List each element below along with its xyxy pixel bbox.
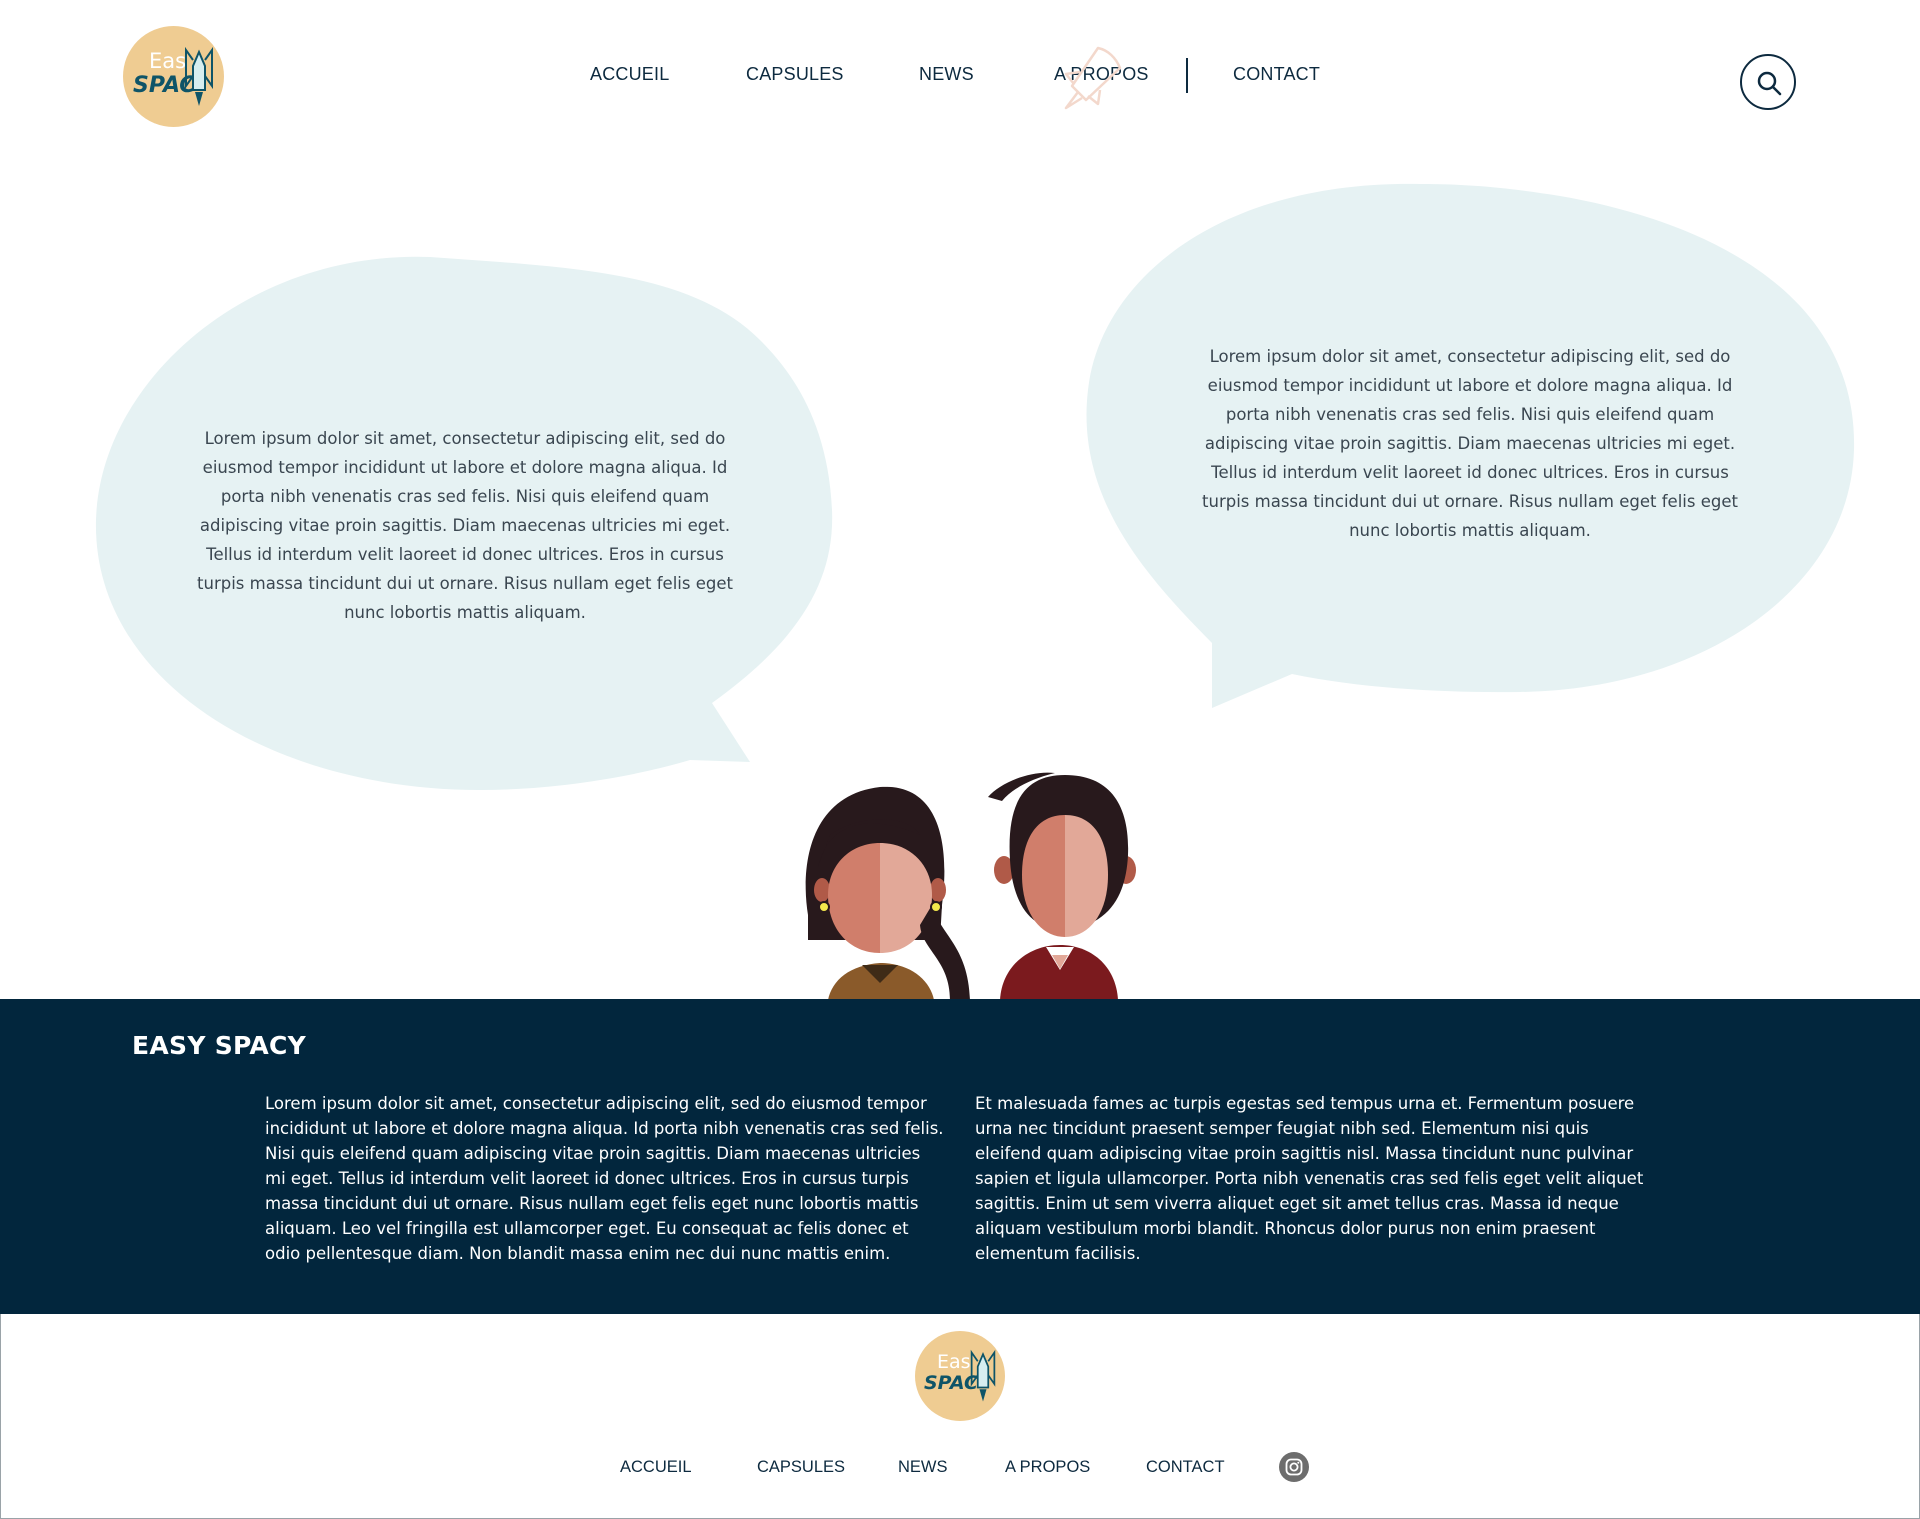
footer-nav-contact[interactable]: CONTACT (1146, 1458, 1225, 1477)
footer-nav-news[interactable]: NEWS (898, 1458, 948, 1477)
man-avatar (988, 772, 1136, 1000)
section-title: EASY SPACY (132, 1031, 307, 1060)
bubble-left-text: Lorem ipsum dolor sit amet, consectetur … (197, 429, 733, 622)
instagram-icon (1285, 1458, 1303, 1476)
about-text-col2: Et malesuada fames ac turpis egestas sed… (975, 1094, 1644, 1263)
rocket-logo-icon (970, 1349, 996, 1402)
instagram-link[interactable] (1279, 1452, 1309, 1482)
footer-nav-accueil[interactable]: ACCUEIL (620, 1458, 692, 1477)
logo-text-top: Eas (937, 1351, 971, 1373)
about-section: EASY SPACY Lorem ipsum dolor sit amet, c… (0, 999, 1920, 1314)
about-text-col1: Lorem ipsum dolor sit amet, consectetur … (265, 1094, 944, 1263)
woman-avatar (805, 786, 970, 1000)
footer-logo[interactable]: Eas SPAC (915, 1331, 1005, 1421)
characters-illustration (805, 772, 1136, 1000)
footer-nav-a-propos[interactable]: A PROPOS (1005, 1458, 1090, 1477)
footer-nav-capsules[interactable]: CAPSULES (757, 1458, 845, 1477)
bubble-right-text: Lorem ipsum dolor sit amet, consectetur … (1202, 347, 1738, 540)
